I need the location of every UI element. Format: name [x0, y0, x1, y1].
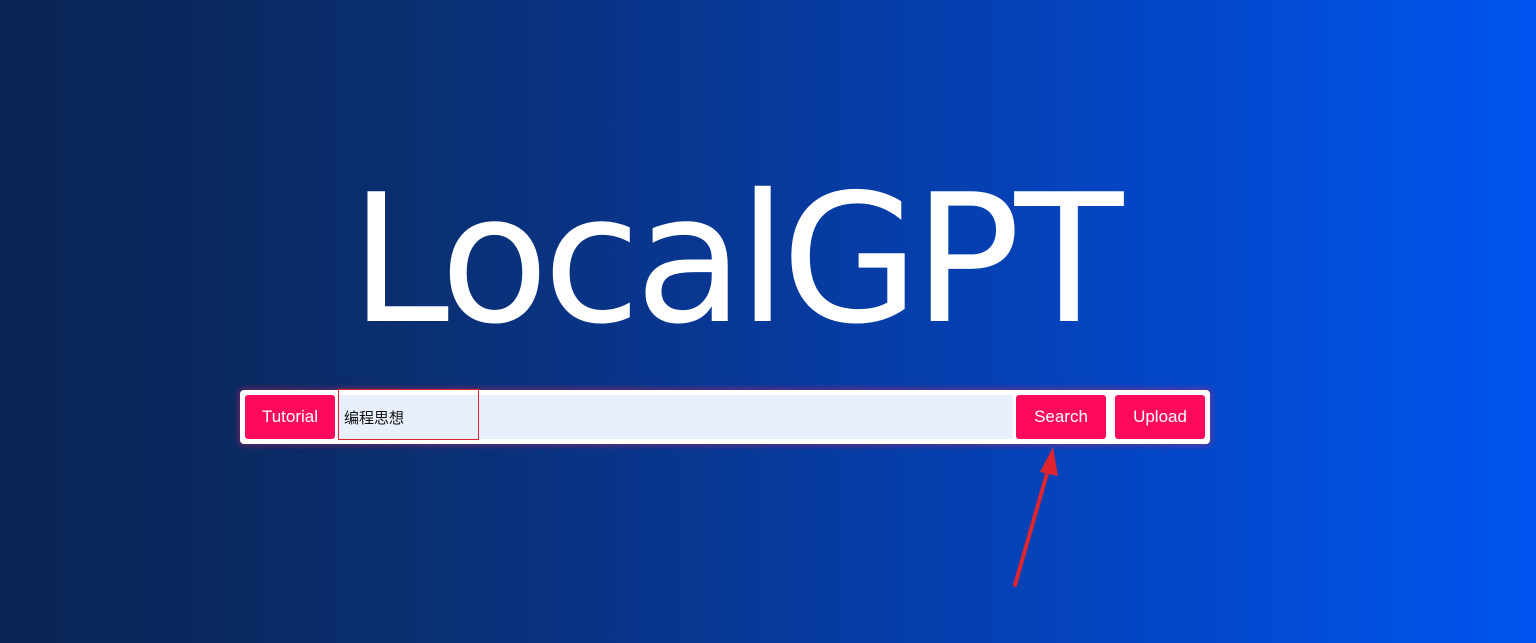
search-button[interactable]: Search [1016, 395, 1106, 439]
red-arrow-icon [1013, 447, 1058, 587]
search-bar: Tutorial Search Upload [240, 390, 1210, 444]
tutorial-button[interactable]: Tutorial [245, 395, 335, 439]
search-input[interactable] [337, 395, 1013, 439]
upload-button[interactable]: Upload [1115, 395, 1205, 439]
app-title: LocalGPT [350, 156, 1123, 363]
